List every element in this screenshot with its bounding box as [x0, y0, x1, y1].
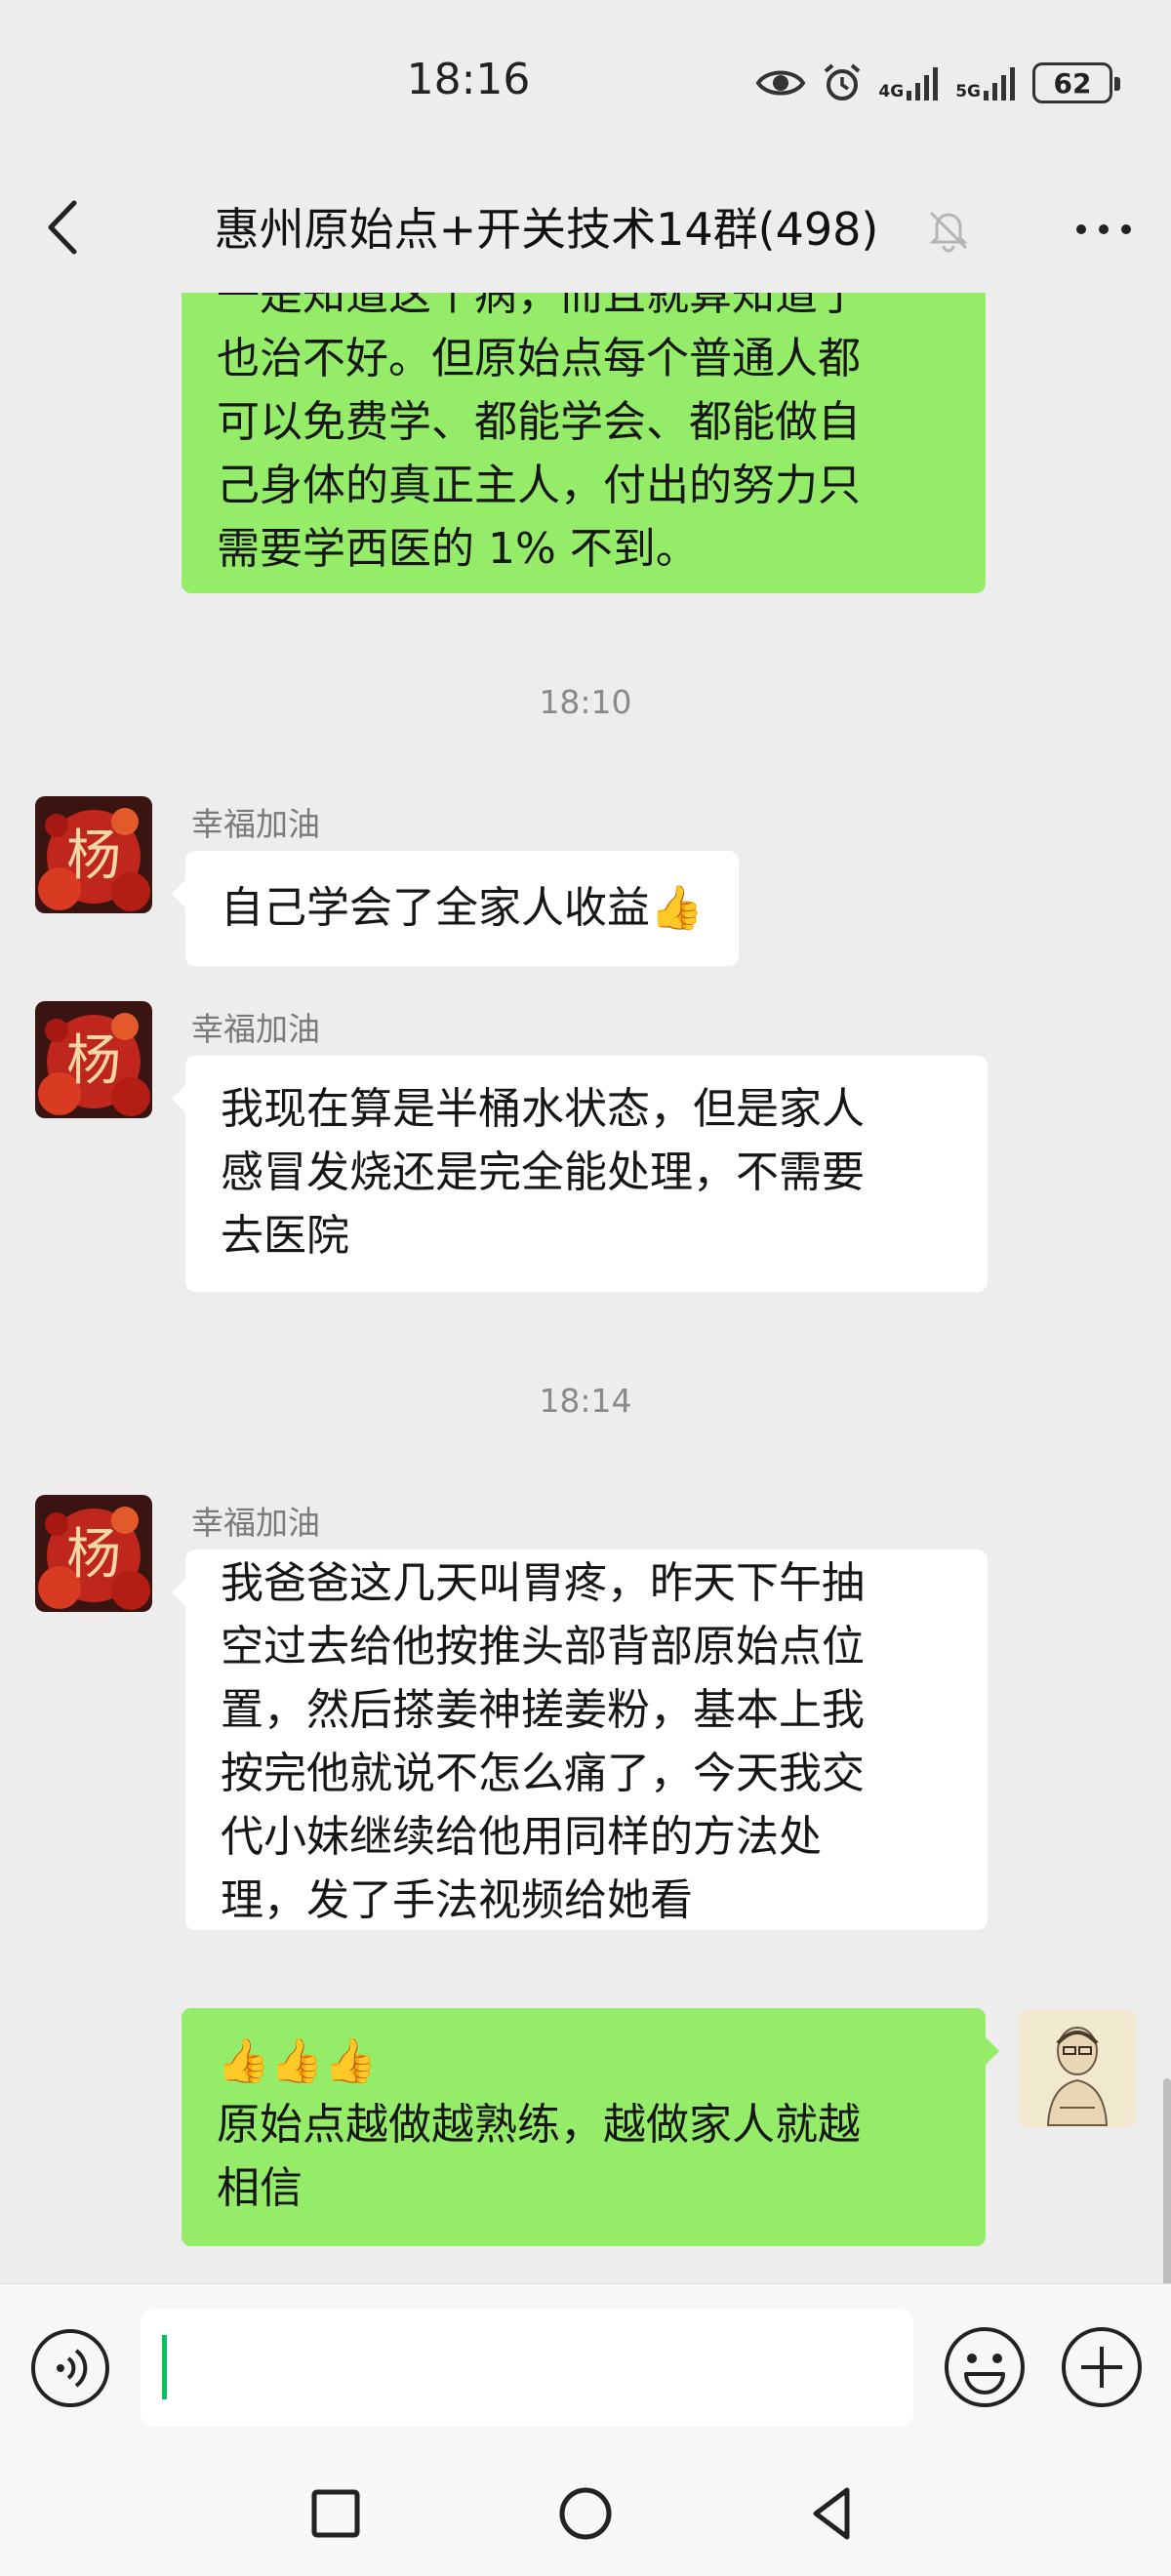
- input-bar: [0, 2283, 1171, 2449]
- message-timestamp: 18:14: [539, 1382, 632, 1420]
- message-line: 需要学西医的 1% 不到。: [217, 524, 699, 574]
- message-bubble[interactable]: 我现在算是半桶水状态，但是家人 感冒发烧还是完全能处理，不需要 去医院: [172, 1056, 988, 1292]
- eye-icon: [756, 70, 806, 96]
- status-bar: 18:16 4G 5G 62: [0, 0, 1171, 166]
- message-line: 我爸爸这几天叫胃疼，昨天下午抽: [221, 1558, 865, 1608]
- message-bubble-self[interactable]: 👍👍👍 原始点越做越熟练，越做家人就越 相信: [182, 2008, 999, 2246]
- circle-icon: [559, 2487, 612, 2540]
- message-input[interactable]: [141, 2310, 913, 2427]
- message-line: 空过去给他按推头部背部原始点位: [221, 1622, 865, 1671]
- message-bubble[interactable]: 我爸爸这几天叫胃疼，昨天下午抽 空过去给他按推头部背部原始点位 置，然后搽姜神搓…: [172, 1550, 988, 1930]
- voice-button[interactable]: [29, 2327, 111, 2409]
- thumbs-up-emoji: 👍: [650, 883, 704, 933]
- sender-name: 幸福加油: [191, 805, 320, 843]
- home-button[interactable]: [554, 2482, 617, 2545]
- signal-5g: 5G: [955, 65, 1017, 101]
- message-line: 代小妹继续给他用同样的方法处: [221, 1812, 822, 1862]
- message-line: 相信: [217, 2163, 303, 2213]
- message-line: 感冒发烧还是完全能处理，不需要: [221, 1147, 865, 1197]
- emoji-button[interactable]: [943, 2325, 1027, 2409]
- sender-name: 幸福加油: [191, 1010, 320, 1048]
- message-line: 理，发了手法视频给她看: [221, 1875, 693, 1925]
- message-line: 原始点越做越熟练，越做家人就越: [217, 2100, 861, 2150]
- back-button[interactable]: [35, 193, 94, 262]
- message-bubble-self[interactable]: 一是知道这个病，而且就算知道了 也治不好。但原始点每个普通人都 可以免费学、都能…: [182, 293, 986, 593]
- signal-icon: [907, 67, 939, 101]
- chevron-left-icon: [48, 200, 77, 255]
- chat-header: 惠州原始点+开关技术14群(498): [0, 166, 1171, 293]
- battery-indicator: 62: [1032, 62, 1120, 103]
- avatar[interactable]: 杨: [35, 796, 152, 913]
- message-line: 按完他就说不怎么痛了，今天我交: [221, 1749, 865, 1798]
- chat-title[interactable]: 惠州原始点+开关技术14群(498): [117, 166, 976, 293]
- message-line: 去医院: [221, 1211, 349, 1261]
- more-horizontal-icon: [1076, 224, 1131, 234]
- sender-name: 幸福加油: [191, 1504, 320, 1542]
- svg-text:杨: 杨: [66, 825, 121, 888]
- emoji-icon: [945, 2327, 1025, 2407]
- more-button[interactable]: [1070, 205, 1138, 254]
- avatar[interactable]: 杨: [35, 1495, 152, 1612]
- signal-4g: 4G: [878, 65, 940, 101]
- triangle-back-icon: [813, 2487, 850, 2540]
- message-line: 一是知道这个病，而且就算知道了: [217, 293, 861, 320]
- battery-level: 62: [1053, 66, 1092, 100]
- message-timestamp: 18:10: [539, 683, 632, 721]
- svg-text:杨: 杨: [66, 1523, 121, 1587]
- message-line: 也治不好。但原始点每个普通人都: [217, 334, 861, 383]
- message-bubble[interactable]: 自己学会了全家人收益👍: [172, 851, 739, 966]
- svg-text:杨: 杨: [66, 1029, 121, 1093]
- scrollbar[interactable]: [1163, 2078, 1171, 2283]
- alarm-icon: [825, 63, 861, 101]
- recents-button[interactable]: [304, 2482, 367, 2545]
- back-nav-button[interactable]: [802, 2482, 865, 2545]
- signal-icon: [984, 67, 1015, 101]
- message-line: 我现在算是半桶水状态，但是家人: [221, 1084, 865, 1134]
- thumbs-up-emoji: 👍👍👍: [217, 2036, 378, 2086]
- status-icons: 4G 5G 62: [755, 59, 1120, 107]
- text-caret: [162, 2335, 167, 2399]
- system-nav-bar: [0, 2449, 1171, 2576]
- more-actions-button[interactable]: [1060, 2325, 1144, 2409]
- avatar[interactable]: 杨: [35, 1001, 152, 1118]
- message-line: 可以免费学、都能学会、都能做自: [217, 397, 861, 447]
- bell-off-icon: [921, 201, 976, 256]
- network-label-2: 5G: [955, 82, 981, 101]
- avatar-self[interactable]: [1019, 2010, 1136, 2127]
- square-icon: [311, 2489, 360, 2538]
- message-line: 自己学会了全家人收益👍: [221, 876, 704, 940]
- message-line: 置，然后搽姜神搓姜粉，基本上我: [221, 1685, 865, 1735]
- message-line: 己身体的真正主人，付出的努力只: [217, 461, 861, 510]
- message-list[interactable]: 一是知道这个病，而且就算知道了 也治不好。但原始点每个普通人都 可以免费学、都能…: [0, 293, 1171, 2283]
- voice-icon: [31, 2329, 109, 2407]
- plus-circle-icon: [1062, 2327, 1142, 2407]
- network-label-1: 4G: [878, 82, 905, 101]
